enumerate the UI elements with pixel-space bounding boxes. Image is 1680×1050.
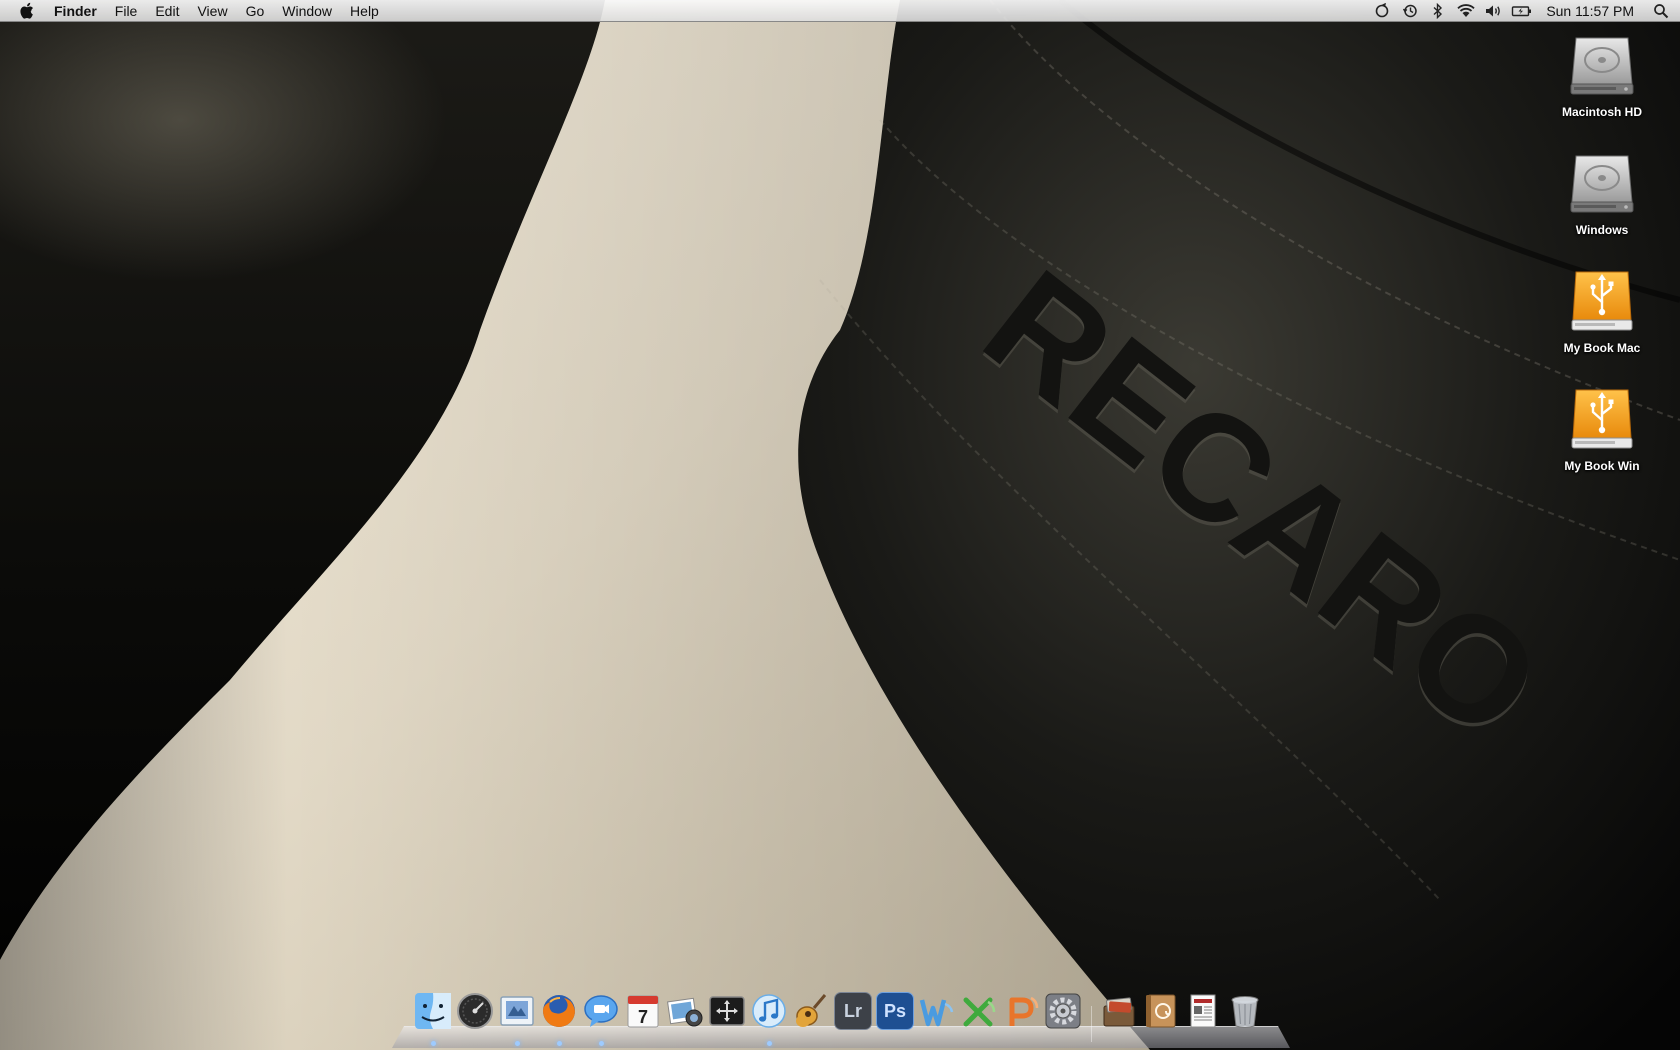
system-preferences-icon: [1045, 993, 1081, 1029]
dashboard-icon: [457, 993, 493, 1029]
firefox-icon: [543, 995, 575, 1027]
iphoto-icon: [667, 997, 703, 1027]
battery-icon[interactable]: [1508, 0, 1536, 22]
address-book-icon: [1146, 994, 1176, 1028]
menu-go[interactable]: Go: [237, 0, 274, 22]
dock-garageband[interactable]: [790, 992, 832, 1040]
ical-date: 7: [638, 1007, 648, 1027]
photoshop-icon: Ps: [876, 992, 914, 1030]
mail-icon: [500, 996, 534, 1026]
dock-mail[interactable]: [496, 992, 538, 1046]
menu-view[interactable]: View: [188, 0, 236, 22]
dock-firefox[interactable]: [538, 992, 580, 1046]
dock-itunes[interactable]: [748, 992, 790, 1046]
applications-stack-icon: [1103, 997, 1135, 1027]
desktop-icon-label: My Book Mac: [1563, 341, 1641, 355]
desktop-icon-my-book-win[interactable]: My Book Win: [1542, 384, 1662, 473]
wallpaper-art: RECARO RECARO: [0, 0, 1680, 1050]
desktop-icon-label: Windows: [1575, 223, 1629, 237]
sync-icon[interactable]: [1368, 0, 1396, 22]
lightroom-icon: Lr: [834, 992, 872, 1030]
running-indicator: [599, 1041, 604, 1046]
time-machine-icon[interactable]: [1396, 0, 1424, 22]
status-menus: [1368, 0, 1536, 22]
desktop-icon-windows[interactable]: Windows: [1542, 148, 1662, 237]
menu-edit[interactable]: Edit: [146, 0, 188, 22]
dock-documents-stack[interactable]: [1182, 992, 1224, 1040]
desktop-icon-label: My Book Win: [1564, 459, 1640, 473]
dock-iphoto[interactable]: [664, 992, 706, 1040]
dock-address-book[interactable]: [1140, 992, 1182, 1040]
apple-icon[interactable]: [16, 0, 40, 22]
bluetooth-icon[interactable]: [1424, 0, 1452, 22]
dock-spaces[interactable]: [706, 992, 748, 1040]
documents-stack-icon: [1190, 994, 1216, 1028]
menu-window[interactable]: Window: [273, 0, 341, 22]
ical-icon: 7: [627, 995, 659, 1028]
dock-excel[interactable]: [958, 992, 1000, 1040]
volume-icon[interactable]: [1480, 0, 1508, 22]
menu-file[interactable]: File: [106, 0, 147, 22]
dock-finder[interactable]: [412, 992, 454, 1046]
garageband-icon: [796, 994, 827, 1027]
excel-icon: [963, 997, 996, 1027]
dock-trash[interactable]: [1224, 992, 1266, 1040]
dock-ical[interactable]: 7: [622, 992, 664, 1040]
spotlight-search-icon[interactable]: [1646, 0, 1676, 22]
dock-system-preferences[interactable]: [1042, 992, 1084, 1040]
usb-drive-icon: [1571, 389, 1633, 449]
wifi-icon[interactable]: [1452, 0, 1480, 22]
dock-dashboard[interactable]: [454, 992, 496, 1040]
running-indicator: [515, 1041, 520, 1046]
menu-finder[interactable]: Finder: [40, 0, 106, 22]
spaces-icon: [709, 996, 745, 1026]
powerpoint-icon: [1009, 996, 1039, 1026]
dock-photoshop[interactable]: Ps: [874, 992, 916, 1040]
trash-icon: [1231, 996, 1259, 1028]
desktop-icon-macintosh-hd[interactable]: Macintosh HD: [1542, 30, 1662, 119]
running-indicator: [767, 1041, 772, 1046]
ichat-icon: [584, 995, 618, 1027]
word-icon: [919, 999, 954, 1027]
itunes-icon: [752, 994, 786, 1028]
dock: 7 Lr Ps: [412, 992, 1266, 1046]
menu-help[interactable]: Help: [341, 0, 388, 22]
menu-bar-clock[interactable]: Sun 11:57 PM: [1536, 0, 1646, 22]
dock-separator: [1084, 1000, 1098, 1042]
dock-lightroom[interactable]: Lr: [832, 992, 874, 1040]
hard-drive-icon: [1570, 155, 1634, 213]
dock-applications-stack[interactable]: [1098, 992, 1140, 1040]
running-indicator: [431, 1041, 436, 1046]
menu-bar: Finder File Edit View Go Window Help Sun…: [0, 0, 1680, 22]
dock-powerpoint[interactable]: [1000, 992, 1042, 1040]
desktop-icon-my-book-mac[interactable]: My Book Mac: [1542, 266, 1662, 355]
finder-icon: [415, 993, 451, 1029]
desktop-wallpaper: RECARO RECARO: [0, 0, 1680, 1050]
dock-ichat[interactable]: [580, 992, 622, 1046]
hard-drive-icon: [1570, 37, 1634, 95]
desktop-icon-label: Macintosh HD: [1561, 105, 1642, 119]
running-indicator: [557, 1041, 562, 1046]
usb-drive-icon: [1571, 271, 1633, 331]
dock-word[interactable]: [916, 992, 958, 1040]
